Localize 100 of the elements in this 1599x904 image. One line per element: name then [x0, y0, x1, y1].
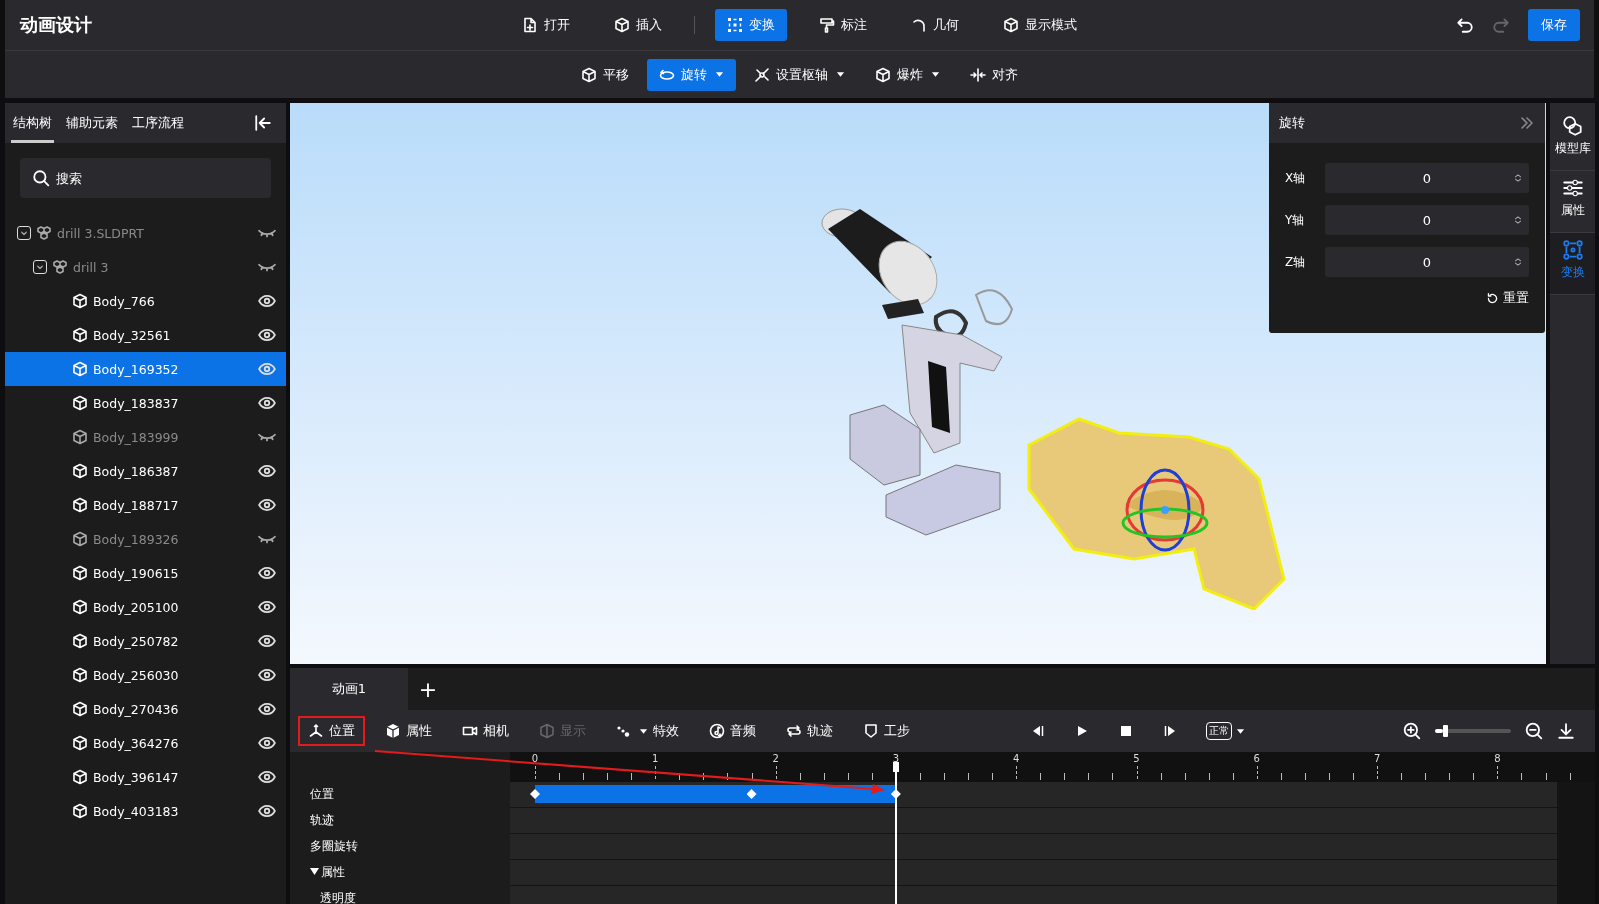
collapse-left-icon	[254, 114, 272, 132]
sliders-icon	[1561, 177, 1584, 199]
add-tab-button[interactable]: +	[408, 668, 448, 710]
tree-item[interactable]: drill 3.SLDPRT	[5, 216, 286, 250]
track-label: 轨迹	[310, 811, 334, 829]
3d-viewport[interactable]: 旋转 X轴 0 Y轴 0 Z轴 0 重置	[290, 103, 1546, 664]
transform-button[interactable]: 平移	[569, 58, 641, 91]
field-label: Z轴	[1285, 253, 1307, 271]
rail-button[interactable]: 模型库	[1550, 109, 1595, 171]
number-field[interactable]: 0	[1325, 163, 1529, 193]
cube-icon	[72, 701, 88, 717]
cube-icon	[72, 769, 88, 785]
tree-item[interactable]: Body_183999	[5, 420, 286, 454]
tree-item[interactable]: Body_250782	[5, 624, 286, 658]
download-button[interactable]	[1557, 722, 1575, 740]
collapse-toggle[interactable]	[17, 226, 31, 240]
rail-button[interactable]: 变换	[1550, 233, 1595, 295]
tree-item[interactable]: Body_190615	[5, 556, 286, 590]
tree-item-label: Body_364276	[93, 735, 179, 751]
zoom-slider[interactable]	[1435, 724, 1511, 738]
cube-cluster-icon	[52, 259, 68, 275]
collapse-toggle[interactable]	[33, 260, 47, 274]
undo-icon	[1456, 16, 1474, 34]
keyframe-marker[interactable]	[890, 789, 901, 799]
timeline-tool-button[interactable]: 位置	[298, 716, 365, 746]
tree-item[interactable]: Body_188717	[5, 488, 286, 522]
toolbar-button[interactable]: 变换	[715, 9, 787, 41]
tree-item[interactable]: Body_403183	[5, 794, 286, 828]
toolbar-button[interactable]: 几何	[899, 9, 971, 41]
slider-thumb[interactable]	[1442, 725, 1448, 737]
tree-item[interactable]: Body_205100	[5, 590, 286, 624]
tree-item[interactable]: Body_189326	[5, 522, 286, 556]
timeline-tool-button[interactable]: 相机	[452, 716, 519, 746]
tree-item[interactable]: Body_396147	[5, 760, 286, 794]
transform-button[interactable]: 爆炸	[863, 58, 952, 91]
playhead[interactable]	[892, 762, 900, 904]
shield-icon	[863, 723, 879, 739]
timeline-tool-button[interactable]: 特效	[606, 716, 689, 746]
cube-icon	[875, 66, 891, 83]
timeline-tool-button[interactable]: 属性	[375, 716, 442, 746]
cube-icon	[72, 565, 88, 581]
eye-icon	[258, 768, 276, 786]
paint-roller-icon	[819, 17, 835, 33]
undo-button[interactable]	[1456, 16, 1474, 34]
ruler-label: 5	[1133, 753, 1140, 764]
timeline-tool-button[interactable]: 轨迹	[776, 716, 843, 746]
transform-button[interactable]: 设置枢轴	[742, 58, 857, 91]
zoom-in-icon	[1403, 722, 1421, 740]
tree-item[interactable]: Body_766	[5, 284, 286, 318]
search-field[interactable]: 搜索	[20, 158, 271, 198]
reset-icon	[1486, 291, 1499, 305]
tree-item-label: Body_186387	[93, 463, 179, 479]
tree-item-label: Body_205100	[93, 599, 179, 615]
timeline-tool-button[interactable]: 音频	[699, 716, 766, 746]
zoom-out-button[interactable]	[1525, 722, 1543, 740]
tree-item[interactable]: Body_364276	[5, 726, 286, 760]
save-button[interactable]: 保存	[1528, 9, 1580, 41]
tree-item[interactable]: drill 3	[5, 250, 286, 284]
caret-down-icon	[715, 70, 724, 79]
cube-icon	[72, 293, 88, 309]
tree-item[interactable]: Body_186387	[5, 454, 286, 488]
stepper-icon	[1513, 213, 1523, 227]
toolbar-button[interactable]: 打开	[510, 9, 582, 41]
caret-down-icon	[1236, 726, 1245, 736]
tree-item[interactable]: Body_183837	[5, 386, 286, 420]
panel-tab[interactable]: 结构树	[11, 103, 54, 143]
cube-icon	[72, 735, 88, 751]
cube-icon	[72, 429, 88, 445]
tree-item-label: Body_183999	[93, 429, 179, 445]
animation-tab[interactable]: 动画1	[290, 668, 408, 710]
stop-button[interactable]	[1118, 723, 1134, 739]
pivot-icon	[754, 66, 770, 83]
timeline-tool-button[interactable]: 工步	[853, 716, 920, 746]
keyframe-marker[interactable]	[746, 789, 757, 799]
track-label: 透明度	[320, 889, 356, 904]
toolbar-button[interactable]: 插入	[602, 9, 674, 41]
zoom-in-button[interactable]	[1403, 722, 1421, 740]
stepper-icon	[1513, 171, 1523, 185]
field-label: X轴	[1285, 169, 1307, 187]
animation-clip[interactable]	[535, 785, 896, 803]
music-note-icon	[709, 723, 725, 739]
keyframe-marker[interactable]	[530, 789, 540, 799]
transform-button[interactable]: 对齐	[958, 58, 1030, 91]
tree-item[interactable]: Body_169352	[5, 352, 286, 386]
panel-tab[interactable]: 工序流程	[130, 103, 186, 143]
cube-icon	[72, 463, 88, 479]
toolbar-button[interactable]: 显示模式	[991, 9, 1089, 41]
tree-item-label: drill 3.SLDPRT	[57, 225, 144, 241]
tree-item-label: Body_250782	[93, 633, 179, 649]
tree-item[interactable]: Body_270436	[5, 692, 286, 726]
track-label: 多圈旋转	[310, 837, 358, 855]
number-field[interactable]: 0	[1325, 247, 1529, 277]
tree-item[interactable]: Body_256030	[5, 658, 286, 692]
collapse-panel-button[interactable]	[254, 114, 272, 132]
toolbar-button[interactable]: 标注	[807, 9, 879, 41]
transform-button[interactable]: 旋转	[647, 58, 736, 91]
tree-item[interactable]: Body_32561	[5, 318, 286, 352]
reset-button[interactable]: 重置	[1486, 289, 1529, 307]
number-field[interactable]: 0	[1325, 205, 1529, 235]
panel-tab[interactable]: 辅助元素	[64, 103, 120, 143]
